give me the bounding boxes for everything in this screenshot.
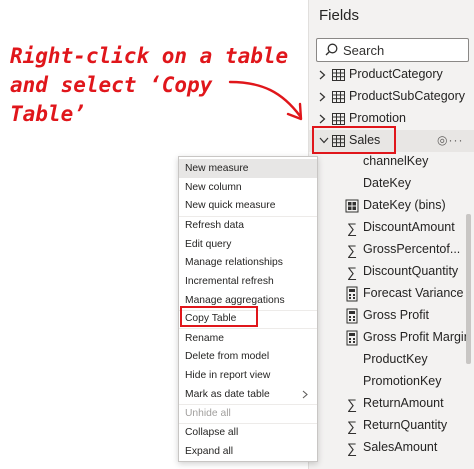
annotation-arrow: [228, 80, 303, 121]
